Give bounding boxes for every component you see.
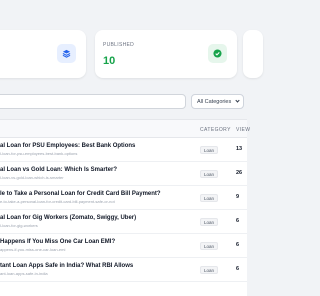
category-badge: Loan — [200, 146, 219, 154]
published-label: PUBLISHED — [103, 42, 135, 48]
post-title[interactable]: al Loan for PSU Employees: Best Bank Opt… — [0, 143, 135, 149]
post-title[interactable]: tant Loan Apps Safe in India? What RBI A… — [0, 263, 133, 269]
table-row[interactable]: tant Loan Apps Safe in India? What RBI A… — [0, 258, 247, 282]
posts-table: CATEGORY VIEW al Loan for PSU Employees:… — [0, 119, 251, 296]
view-count: 26 — [236, 170, 243, 176]
search-input[interactable] — [0, 94, 186, 109]
category-badge: Loan — [200, 170, 219, 178]
view-count: 6 — [236, 266, 240, 272]
column-header-category: CATEGORY — [200, 127, 231, 133]
view-count: 6 — [236, 242, 240, 248]
post-title[interactable]: le to Take a Personal Loan for Credit Ca… — [0, 191, 161, 197]
view-count: 13 — [236, 146, 243, 152]
category-badge: Loan — [200, 242, 219, 250]
check-circle-icon — [208, 44, 227, 63]
post-title[interactable]: al Loan for Gig Workers (Zomato, Swiggy,… — [0, 215, 136, 221]
post-title[interactable]: Happens If You Miss One Car Loan EMI? — [0, 239, 115, 245]
table-row[interactable]: al Loan vs Gold Loan: Which Is Smarter? … — [0, 162, 247, 186]
category-badge: Loan — [200, 218, 219, 226]
category-select-value: All Categories — [197, 98, 232, 105]
table-row[interactable]: Happens If You Miss One Car Loan EMI? ap… — [0, 234, 247, 258]
stack-icon — [57, 44, 76, 63]
stat-card-left — [0, 30, 86, 78]
stat-card-right — [243, 30, 263, 78]
published-count: 10 — [103, 55, 116, 67]
table-row[interactable]: le to Take a Personal Loan for Credit Ca… — [0, 186, 247, 210]
category-badge: Loan — [200, 266, 219, 274]
table-row[interactable] — [0, 282, 247, 296]
post-title[interactable]: al Loan vs Gold Loan: Which Is Smarter? — [0, 167, 117, 173]
table-row[interactable]: al Loan for PSU Employees: Best Bank Opt… — [0, 138, 247, 162]
post-slug: appens-if-you-miss-one-car-loan-emi — [0, 247, 66, 252]
post-slug: l-loan-vs-gold-loan-which-is-smarter — [0, 175, 64, 180]
view-count: 9 — [236, 194, 240, 200]
chevron-down-icon — [235, 98, 240, 103]
post-slug: l-loan-for-psu-employees-best-bank-optio… — [0, 151, 78, 156]
table-header: CATEGORY VIEW — [0, 119, 251, 138]
post-slug: e-to-take-a-personal-loan-for-credit-car… — [0, 199, 115, 204]
stat-card-published: PUBLISHED 10 — [95, 30, 237, 78]
view-count: 6 — [236, 218, 240, 224]
post-slug: ant-loan-apps-safe-in-india — [0, 271, 48, 276]
category-select[interactable]: All Categories — [191, 94, 244, 109]
post-slug: l-loan-for-gig-workers — [0, 223, 38, 228]
category-badge: Loan — [200, 194, 219, 202]
table-row[interactable]: al Loan for Gig Workers (Zomato, Swiggy,… — [0, 210, 247, 234]
column-header-views: VIEW — [236, 127, 251, 133]
